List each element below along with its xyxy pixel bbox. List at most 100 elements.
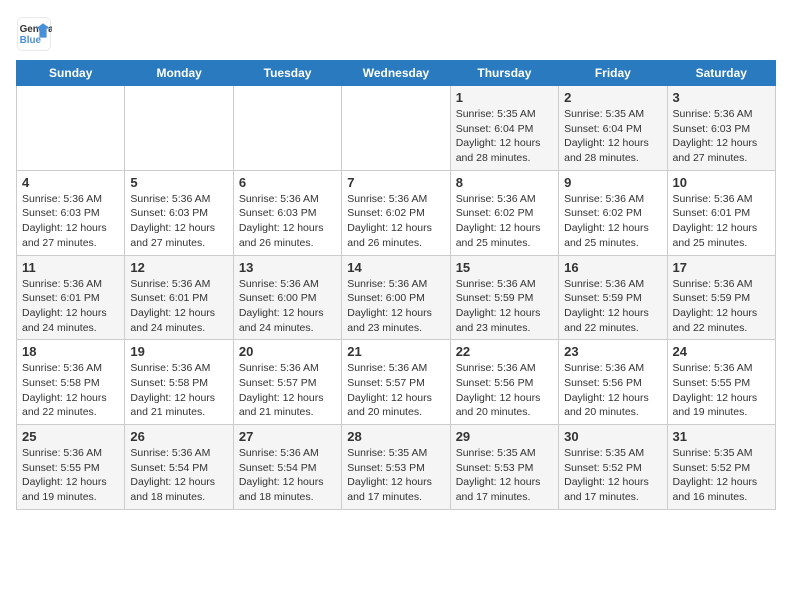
calendar-cell: 15 Sunrise: 5:36 AMSunset: 5:59 PMDayligh… [450,255,558,340]
calendar-cell: 9 Sunrise: 5:36 AMSunset: 6:02 PMDaylight… [559,170,667,255]
calendar-cell [233,86,341,171]
cell-info: Sunrise: 5:36 AMSunset: 6:03 PMDaylight:… [22,192,119,251]
cell-info: Sunrise: 5:36 AMSunset: 5:58 PMDaylight:… [130,361,227,420]
day-number: 24 [673,344,770,359]
calendar-cell: 27 Sunrise: 5:36 AMSunset: 5:54 PMDayligh… [233,425,341,510]
cell-info: Sunrise: 5:36 AMSunset: 5:57 PMDaylight:… [347,361,444,420]
day-number: 4 [22,175,119,190]
day-number: 22 [456,344,553,359]
calendar-table: Sunday Monday Tuesday Wednesday Thursday… [16,60,776,510]
day-number: 20 [239,344,336,359]
calendar-cell: 29 Sunrise: 5:35 AMSunset: 5:53 PMDayligh… [450,425,558,510]
day-number: 17 [673,260,770,275]
cell-info: Sunrise: 5:36 AMSunset: 5:54 PMDaylight:… [130,446,227,505]
day-number: 15 [456,260,553,275]
week-row-2: 11Sunrise: 5:36 AMSunset: 6:01 PMDayligh… [17,255,776,340]
cell-info: Sunrise: 5:36 AMSunset: 5:59 PMDaylight:… [564,277,661,336]
day-number: 18 [22,344,119,359]
day-number: 28 [347,429,444,444]
calendar-cell [17,86,125,171]
day-number: 23 [564,344,661,359]
cell-info: Sunrise: 5:35 AMSunset: 5:53 PMDaylight:… [347,446,444,505]
day-number: 16 [564,260,661,275]
cell-info: Sunrise: 5:36 AMSunset: 6:01 PMDaylight:… [130,277,227,336]
day-number: 7 [347,175,444,190]
col-friday: Friday [559,61,667,86]
calendar-cell [342,86,450,171]
col-monday: Monday [125,61,233,86]
svg-text:Blue: Blue [20,35,42,46]
calendar-cell: 25Sunrise: 5:36 AMSunset: 5:55 PMDayligh… [17,425,125,510]
cell-info: Sunrise: 5:36 AMSunset: 6:01 PMDaylight:… [22,277,119,336]
page-header: General Blue [16,16,776,52]
calendar-cell: 16 Sunrise: 5:36 AMSunset: 5:59 PMDayligh… [559,255,667,340]
calendar-cell: 31 Sunrise: 5:35 AMSunset: 5:52 PMDayligh… [667,425,775,510]
calendar-cell: 3 Sunrise: 5:36 AMSunset: 6:03 PMDaylight… [667,86,775,171]
calendar-cell: 23 Sunrise: 5:36 AMSunset: 5:56 PMDayligh… [559,340,667,425]
day-number: 29 [456,429,553,444]
cell-info: Sunrise: 5:36 AMSunset: 6:02 PMDaylight:… [347,192,444,251]
day-number: 6 [239,175,336,190]
calendar-cell: 24 Sunrise: 5:36 AMSunset: 5:55 PMDayligh… [667,340,775,425]
calendar-cell: 21Sunrise: 5:36 AMSunset: 5:57 PMDayligh… [342,340,450,425]
cell-info: Sunrise: 5:36 AMSunset: 6:02 PMDaylight:… [564,192,661,251]
svg-text:General: General [20,24,52,35]
cell-info: Sunrise: 5:36 AMSunset: 6:00 PMDaylight:… [347,277,444,336]
cell-info: Sunrise: 5:36 AMSunset: 6:03 PMDaylight:… [673,107,770,166]
calendar-cell: 5Sunrise: 5:36 AMSunset: 6:03 PMDaylight… [125,170,233,255]
cell-info: Sunrise: 5:35 AMSunset: 5:52 PMDaylight:… [673,446,770,505]
calendar-cell: 12 Sunrise: 5:36 AMSunset: 6:01 PMDayligh… [125,255,233,340]
cell-info: Sunrise: 5:36 AMSunset: 5:54 PMDaylight:… [239,446,336,505]
logo-icon: General Blue [16,16,52,52]
cell-info: Sunrise: 5:35 AMSunset: 5:53 PMDaylight:… [456,446,553,505]
calendar-cell: 4 Sunrise: 5:36 AMSunset: 6:03 PMDaylight… [17,170,125,255]
calendar-cell: 20 Sunrise: 5:36 AMSunset: 5:57 PMDayligh… [233,340,341,425]
calendar-cell: 19 Sunrise: 5:36 AMSunset: 5:58 PMDayligh… [125,340,233,425]
cell-info: Sunrise: 5:36 AMSunset: 5:58 PMDaylight:… [22,361,119,420]
week-row-4: 25Sunrise: 5:36 AMSunset: 5:55 PMDayligh… [17,425,776,510]
day-number: 12 [130,260,227,275]
cell-info: Sunrise: 5:36 AMSunset: 5:55 PMDaylight:… [673,361,770,420]
day-number: 8 [456,175,553,190]
cell-info: Sunrise: 5:35 AMSunset: 6:04 PMDaylight:… [456,107,553,166]
calendar-cell: 7 Sunrise: 5:36 AMSunset: 6:02 PMDaylight… [342,170,450,255]
calendar-cell: 2Sunrise: 5:35 AMSunset: 6:04 PMDaylight… [559,86,667,171]
day-number: 9 [564,175,661,190]
day-number: 14 [347,260,444,275]
day-number: 31 [673,429,770,444]
col-sunday: Sunday [17,61,125,86]
calendar-cell: 1 Sunrise: 5:35 AMSunset: 6:04 PMDaylight… [450,86,558,171]
cell-info: Sunrise: 5:36 AMSunset: 5:56 PMDaylight:… [456,361,553,420]
calendar-cell: 17 Sunrise: 5:36 AMSunset: 5:59 PMDayligh… [667,255,775,340]
day-number: 19 [130,344,227,359]
col-thursday: Thursday [450,61,558,86]
day-number: 27 [239,429,336,444]
cell-info: Sunrise: 5:36 AMSunset: 6:00 PMDaylight:… [239,277,336,336]
calendar-header: Sunday Monday Tuesday Wednesday Thursday… [17,61,776,86]
calendar-body: 1 Sunrise: 5:35 AMSunset: 6:04 PMDaylight… [17,86,776,510]
calendar-cell: 18 Sunrise: 5:36 AMSunset: 5:58 PMDayligh… [17,340,125,425]
logo: General Blue [16,16,52,52]
day-number: 3 [673,90,770,105]
week-row-1: 4 Sunrise: 5:36 AMSunset: 6:03 PMDaylight… [17,170,776,255]
calendar-cell: 30Sunrise: 5:35 AMSunset: 5:52 PMDayligh… [559,425,667,510]
calendar-cell: 6 Sunrise: 5:36 AMSunset: 6:03 PMDaylight… [233,170,341,255]
calendar-cell [125,86,233,171]
cell-info: Sunrise: 5:36 AMSunset: 6:03 PMDaylight:… [239,192,336,251]
header-row: Sunday Monday Tuesday Wednesday Thursday… [17,61,776,86]
week-row-0: 1 Sunrise: 5:35 AMSunset: 6:04 PMDaylight… [17,86,776,171]
day-number: 1 [456,90,553,105]
calendar-cell: 8Sunrise: 5:36 AMSunset: 6:02 PMDaylight… [450,170,558,255]
cell-info: Sunrise: 5:36 AMSunset: 5:55 PMDaylight:… [22,446,119,505]
day-number: 26 [130,429,227,444]
day-number: 2 [564,90,661,105]
cell-info: Sunrise: 5:36 AMSunset: 5:59 PMDaylight:… [456,277,553,336]
day-number: 5 [130,175,227,190]
calendar-cell: 10Sunrise: 5:36 AMSunset: 6:01 PMDayligh… [667,170,775,255]
day-number: 13 [239,260,336,275]
cell-info: Sunrise: 5:36 AMSunset: 5:56 PMDaylight:… [564,361,661,420]
cell-info: Sunrise: 5:36 AMSunset: 5:57 PMDaylight:… [239,361,336,420]
cell-info: Sunrise: 5:36 AMSunset: 5:59 PMDaylight:… [673,277,770,336]
calendar-cell: 11Sunrise: 5:36 AMSunset: 6:01 PMDayligh… [17,255,125,340]
calendar-cell: 14 Sunrise: 5:36 AMSunset: 6:00 PMDayligh… [342,255,450,340]
